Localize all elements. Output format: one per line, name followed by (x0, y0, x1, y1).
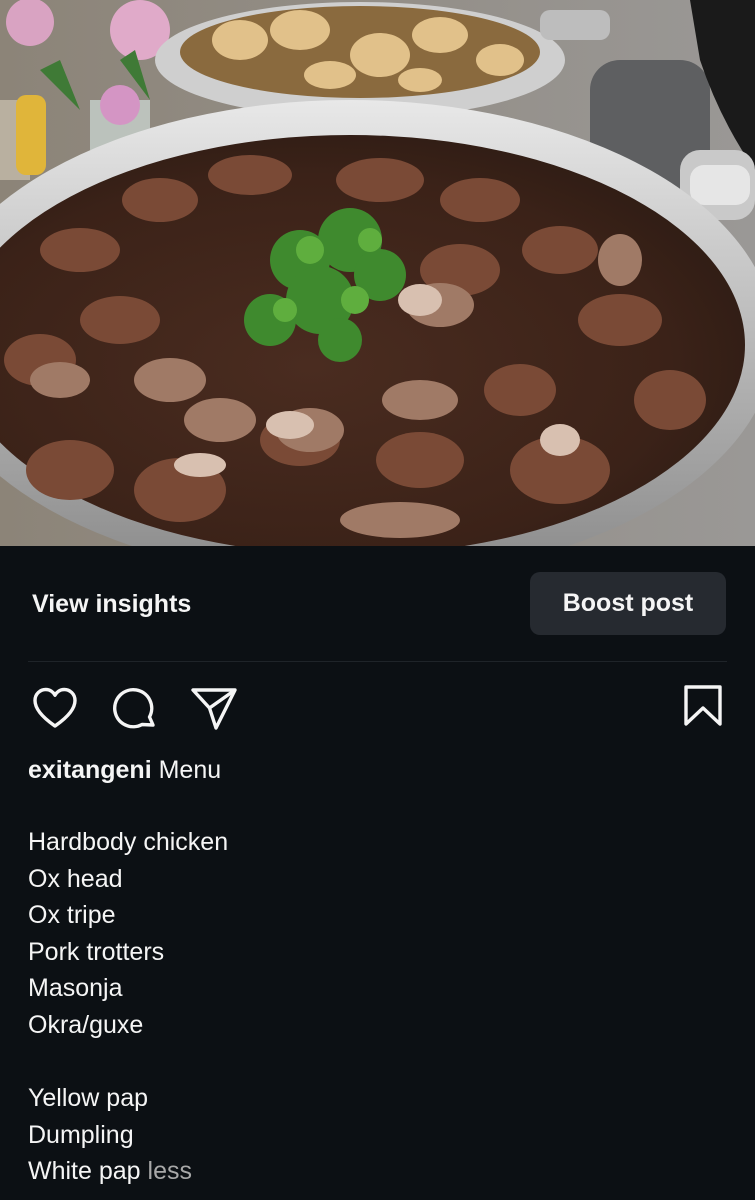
username-link[interactable]: exitangeni (28, 756, 152, 784)
menu-item: Pork trotters (28, 937, 165, 966)
menu-list-sides: Yellow pap Dumpling White pap less (28, 1080, 192, 1190)
menu-item: Okra/guxe (28, 1010, 144, 1039)
menu-list-mains: Hardbody chicken Ox head Ox tripe Pork t… (28, 824, 228, 1044)
menu-item: Ox tripe (28, 901, 116, 930)
menu-item: Yellow pap (28, 1084, 149, 1112)
caption-header: exitangeni Menu (28, 754, 221, 786)
menu-item: Dumpling (28, 1120, 134, 1149)
boost-post-button[interactable]: Boost post (530, 572, 726, 635)
insights-row: View insights Boost post (0, 546, 755, 662)
food-photo-illustration (0, 0, 755, 546)
menu-item: Hardbody chicken (28, 828, 229, 856)
comment-icon[interactable] (111, 686, 159, 734)
caption-title: Menu (158, 756, 222, 784)
heart-icon[interactable] (32, 686, 78, 730)
menu-item: Masonja (28, 974, 123, 1003)
menu-item-text: White pap (28, 1157, 141, 1186)
view-insights-link[interactable]: View insights (32, 590, 191, 619)
divider (28, 661, 727, 662)
post-photo[interactable] (0, 0, 755, 546)
menu-item-last: White pap less (28, 1153, 192, 1190)
paper-plane-icon[interactable] (190, 686, 238, 732)
bookmark-icon[interactable] (681, 684, 725, 728)
menu-item: Ox head (28, 864, 123, 893)
less-link[interactable]: less (148, 1157, 192, 1185)
